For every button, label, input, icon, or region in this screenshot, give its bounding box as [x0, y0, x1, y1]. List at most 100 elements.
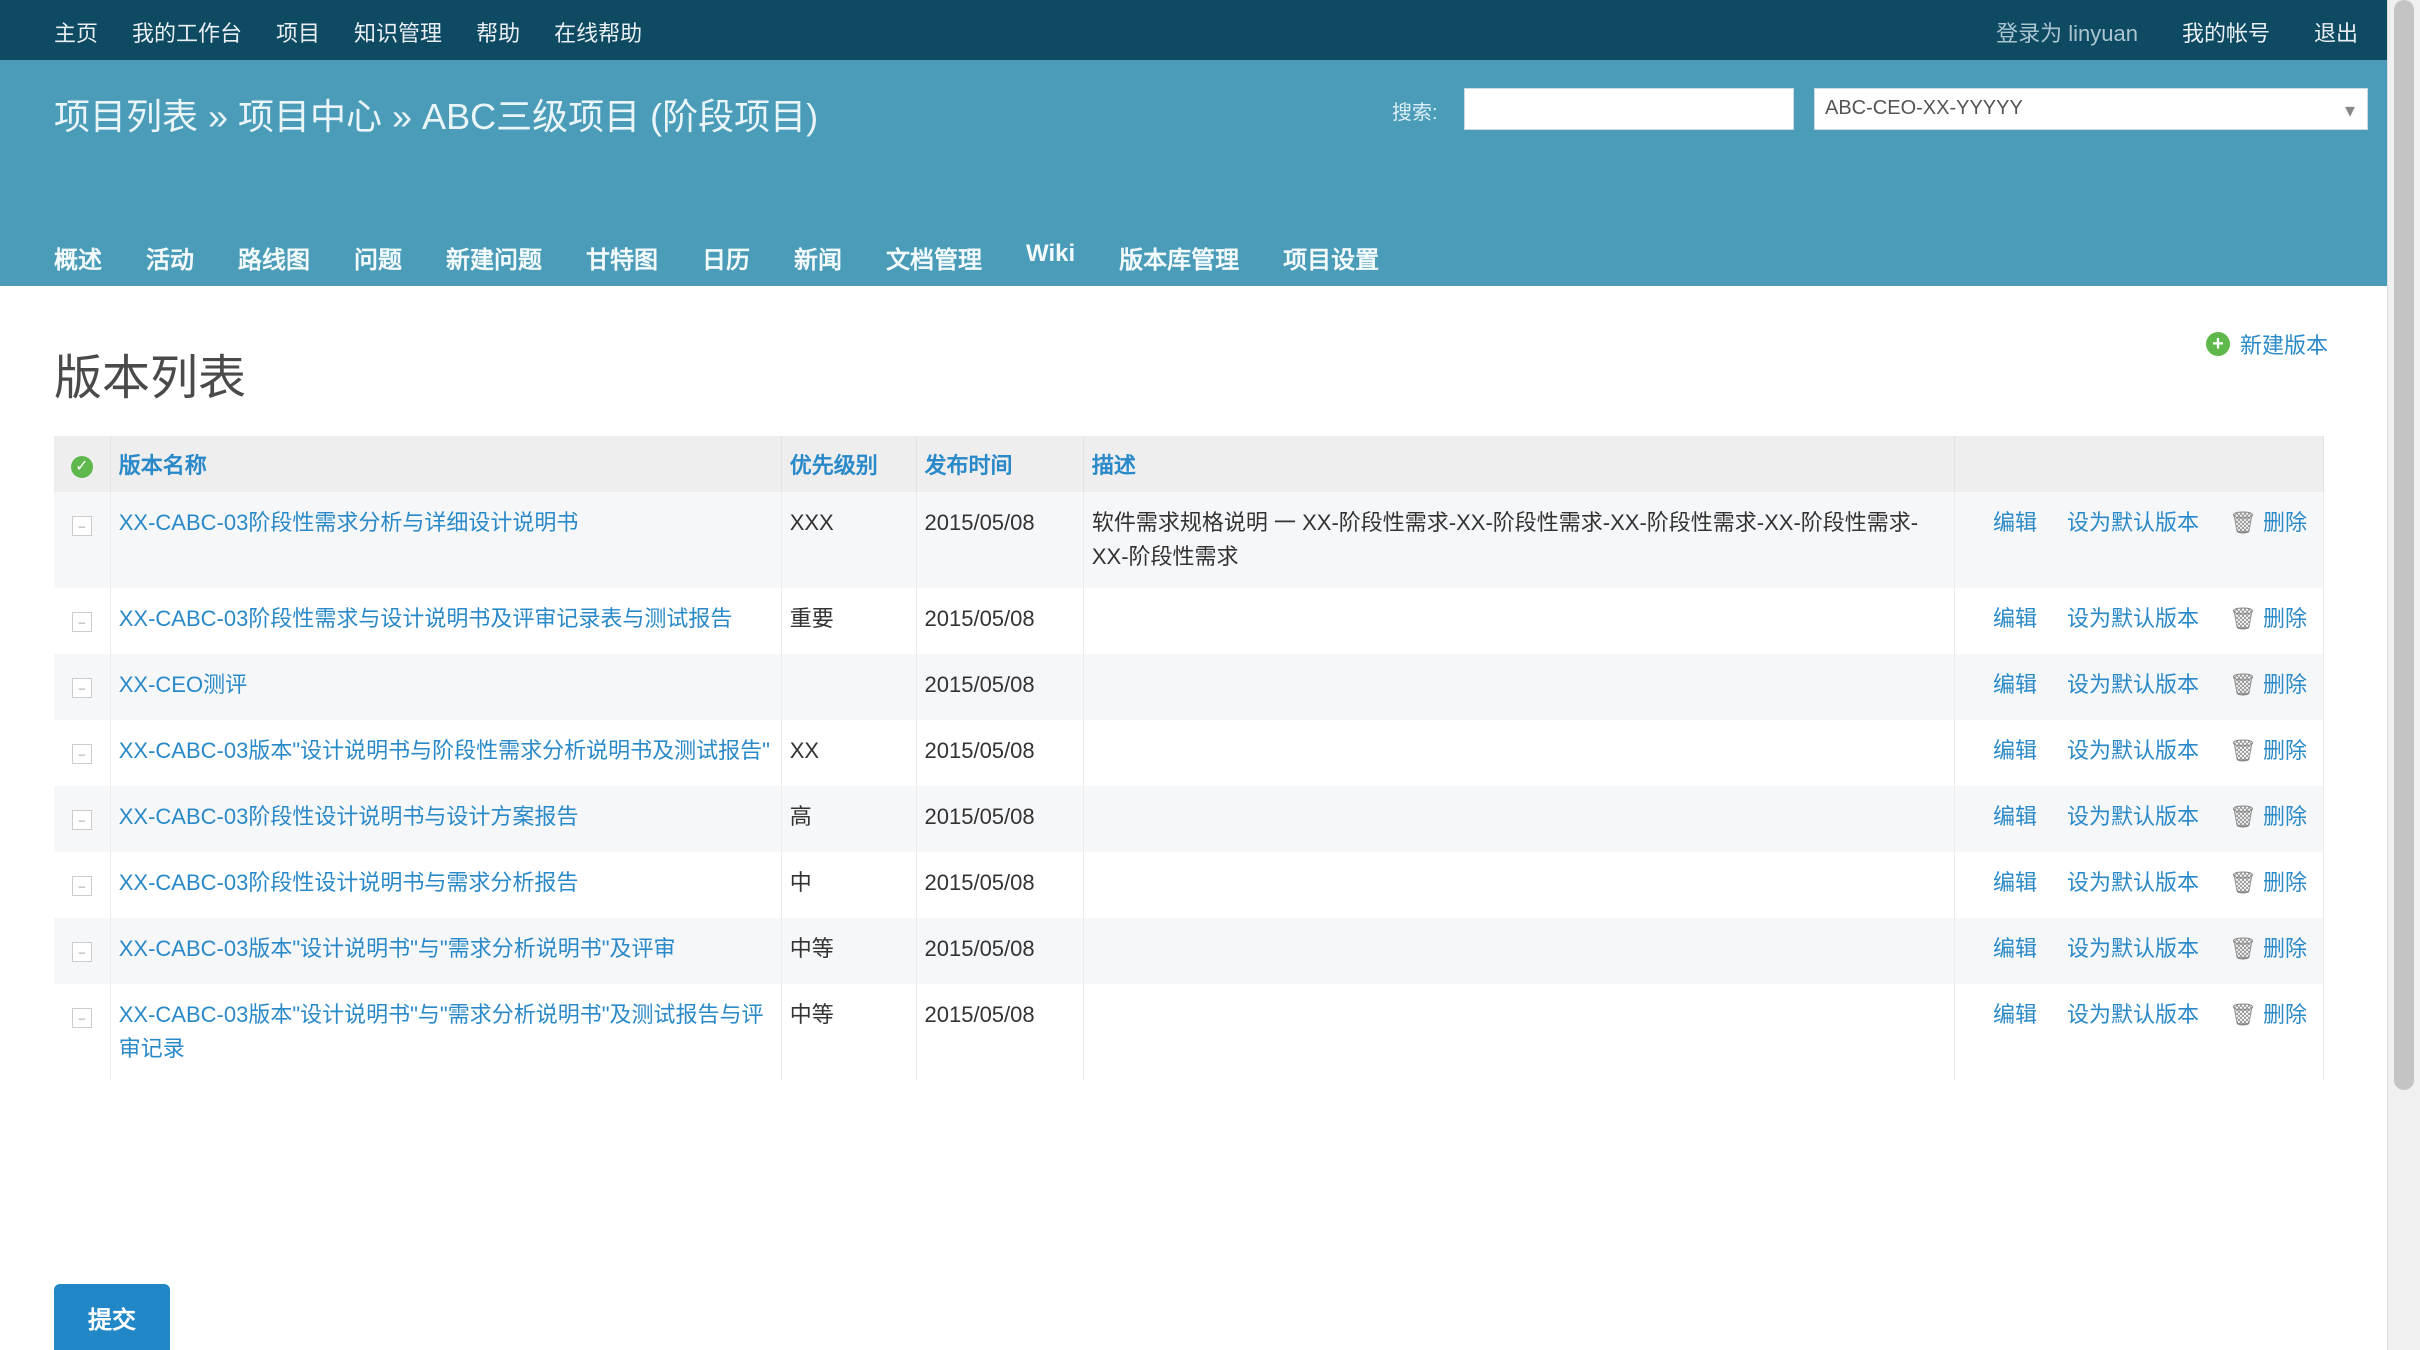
delete-link[interactable]: 删除	[2263, 870, 2307, 895]
page-title: 版本列表	[54, 352, 247, 405]
delete-link[interactable]: 删除	[2263, 936, 2307, 961]
tab-calendar[interactable]: 日历	[702, 240, 750, 275]
scrollbar-thumb[interactable]	[2394, 0, 2414, 1090]
row-note: 软件需求规格说明 一 XX-阶段性需求-XX-阶段性需求-XX-阶段性需求-XX…	[1083, 492, 1955, 588]
row-toggle[interactable]: –	[54, 852, 111, 918]
table-row: – XX-CABC-03版本"设计说明书"与"需求分析说明书"及测试报告与评审记…	[54, 984, 2325, 1080]
top-menu-home[interactable]: 主页	[54, 16, 98, 48]
select-all-toggle[interactable]: ✓	[54, 436, 111, 492]
tab-activity[interactable]: 活动	[146, 240, 194, 275]
top-menu-my-page[interactable]: 我的工作台	[132, 16, 242, 48]
new-version-label: 新建版本	[2239, 333, 2328, 358]
plus-circle-icon: +	[2205, 332, 2230, 356]
row-subject-link[interactable]: XX-CABC-03阶段性需求与设计说明书及评审记录表与测试报告	[119, 606, 733, 631]
delete-link[interactable]: 删除	[2263, 606, 2307, 631]
row-subject-link[interactable]: XX-CABC-03版本"设计说明书"与"需求分析说明书"及评审	[119, 936, 676, 961]
search-input[interactable]	[1464, 88, 1794, 130]
trash-icon: 🗑	[2229, 672, 2257, 697]
project-header: 项目列表 » 项目中心 » ABC三级项目 (阶段项目) 搜索: ABC-CEO…	[0, 60, 2388, 286]
row-subject: XX-CABC-03版本"设计说明书"与"需求分析说明书"及测试报告与评审记录	[110, 984, 782, 1080]
tab-repository[interactable]: 版本库管理	[1119, 240, 1239, 275]
row-note	[1083, 588, 1955, 654]
edit-link[interactable]: 编辑	[1993, 936, 2037, 961]
set-default-link[interactable]: 设为默认版本	[2067, 804, 2199, 829]
column-header-subject[interactable]: 版本名称	[110, 436, 782, 492]
row-toggle[interactable]: –	[54, 720, 111, 786]
column-header-priority[interactable]: 优先级别	[781, 436, 917, 492]
edit-link[interactable]: 编辑	[1993, 1002, 2037, 1027]
delete-link[interactable]: 删除	[2263, 804, 2307, 829]
new-version-link[interactable]: + 新建版本	[2205, 328, 2328, 360]
row-actions: 编辑 设为默认版本 🗑 删除	[1954, 852, 2325, 918]
top-menu-knowledge[interactable]: 知识管理	[354, 16, 442, 48]
edit-link[interactable]: 编辑	[1993, 804, 2037, 829]
row-toggle[interactable]: –	[54, 492, 111, 588]
row-subject-link[interactable]: XX-CEO测评	[119, 672, 247, 697]
set-default-link[interactable]: 设为默认版本	[2067, 606, 2199, 631]
row-toggle[interactable]: –	[54, 984, 111, 1080]
set-default-link[interactable]: 设为默认版本	[2067, 510, 2199, 535]
top-menu-help[interactable]: 帮助	[476, 16, 520, 48]
row-subject-link[interactable]: XX-CABC-03版本"设计说明书"与"需求分析说明书"及测试报告与评审记录	[119, 1002, 764, 1061]
set-default-link[interactable]: 设为默认版本	[2067, 672, 2199, 697]
logged-in-as: 登录为 linyuan	[1996, 21, 2138, 46]
project-jump-select[interactable]: ABC-CEO-XX-YYYYY ▾	[1814, 88, 2368, 130]
trash-icon: 🗑	[2229, 1002, 2257, 1027]
row-subject-link[interactable]: XX-CABC-03版本"设计说明书与阶段性需求分析说明书及测试报告"	[119, 738, 770, 763]
trash-icon: 🗑	[2229, 870, 2257, 895]
tab-documents[interactable]: 文档管理	[886, 240, 982, 275]
trash-icon: 🗑	[2229, 510, 2257, 535]
tab-wiki[interactable]: Wiki	[1026, 240, 1075, 275]
edit-link[interactable]: 编辑	[1993, 672, 2037, 697]
row-toggle[interactable]: –	[54, 588, 111, 654]
logout-link[interactable]: 退出	[2314, 16, 2358, 48]
row-toggle[interactable]: –	[54, 654, 111, 720]
tab-roadmap[interactable]: 路线图	[238, 240, 310, 275]
edit-link[interactable]: 编辑	[1993, 870, 2037, 895]
tab-new-issue[interactable]: 新建问题	[446, 240, 542, 275]
set-default-link[interactable]: 设为默认版本	[2067, 1002, 2199, 1027]
set-default-link[interactable]: 设为默认版本	[2067, 870, 2199, 895]
tab-issues[interactable]: 问题	[354, 240, 402, 275]
edit-link[interactable]: 编辑	[1993, 510, 2037, 535]
top-menu-right: 登录为 linyuan 我的帐号 退出	[1996, 16, 2358, 48]
my-account-link[interactable]: 我的帐号	[2182, 16, 2270, 48]
trash-icon: 🗑	[2229, 606, 2257, 631]
delete-link[interactable]: 删除	[2263, 1002, 2307, 1027]
column-header-actions	[1954, 436, 2325, 492]
set-default-link[interactable]: 设为默认版本	[2067, 936, 2199, 961]
submit-button[interactable]: 提交	[54, 1284, 170, 1350]
row-toggle[interactable]: –	[54, 786, 111, 852]
expand-toggle-icon: –	[71, 744, 92, 764]
set-default-link[interactable]: 设为默认版本	[2067, 738, 2199, 763]
trash-icon: 🗑	[2229, 936, 2257, 961]
row-subject-link[interactable]: XX-CABC-03阶段性设计说明书与设计方案报告	[119, 804, 579, 829]
top-menu-online-help[interactable]: 在线帮助	[554, 16, 642, 48]
vertical-scrollbar[interactable]	[2387, 0, 2420, 1350]
edit-link[interactable]: 编辑	[1993, 606, 2037, 631]
tab-news[interactable]: 新闻	[794, 240, 842, 275]
column-header-time[interactable]: 发布时间	[916, 436, 1084, 492]
tab-settings[interactable]: 项目设置	[1283, 240, 1379, 275]
column-header-note[interactable]: 描述	[1083, 436, 1955, 492]
row-time: 2015/05/08	[916, 786, 1084, 852]
table-row: – XX-CABC-03阶段性设计说明书与设计方案报告 高 2015/05/08…	[54, 786, 2325, 852]
top-menu-projects[interactable]: 项目	[276, 16, 320, 48]
row-subject-link[interactable]: XX-CABC-03阶段性设计说明书与需求分析报告	[119, 870, 579, 895]
expand-toggle-icon: –	[71, 678, 92, 698]
tab-gantt[interactable]: 甘特图	[586, 240, 658, 275]
delete-link[interactable]: 删除	[2263, 510, 2307, 535]
tab-overview[interactable]: 概述	[54, 240, 102, 275]
row-subject: XX-CABC-03版本"设计说明书"与"需求分析说明书"及评审	[110, 918, 782, 984]
row-toggle[interactable]: –	[54, 918, 111, 984]
delete-link[interactable]: 删除	[2263, 738, 2307, 763]
edit-link[interactable]: 编辑	[1993, 738, 2037, 763]
expand-toggle-icon: –	[71, 810, 92, 830]
delete-link[interactable]: 删除	[2263, 672, 2307, 697]
table-row: – XX-CABC-03阶段性需求与设计说明书及评审记录表与测试报告 重要 20…	[54, 588, 2325, 654]
row-subject-link[interactable]: XX-CABC-03阶段性需求分析与详细设计说明书	[119, 510, 579, 535]
row-time: 2015/05/08	[916, 588, 1084, 654]
row-actions: 编辑 设为默认版本 🗑 删除	[1954, 654, 2325, 720]
row-note	[1083, 720, 1955, 786]
row-priority: XX	[781, 720, 917, 786]
